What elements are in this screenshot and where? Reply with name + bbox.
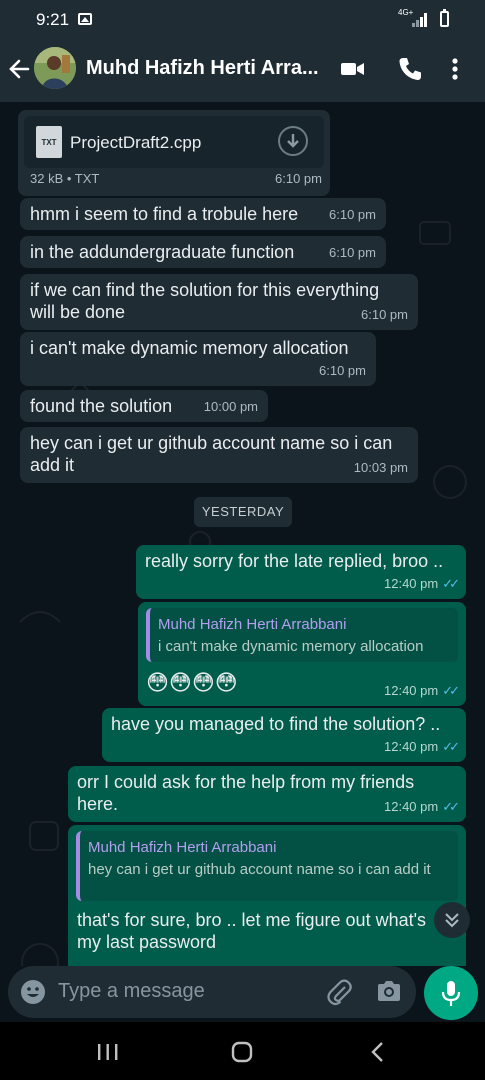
incoming-message[interactable]: if we can find the solution for this eve…: [20, 274, 418, 330]
more-vert-icon[interactable]: [450, 56, 460, 87]
quoted-text: hey can i get ur github account name so …: [88, 861, 431, 878]
read-ticks-icon: ✓✓: [442, 683, 460, 698]
chat-header: Muhd Hafizh Herti Arra...: [0, 38, 485, 102]
message-time: 12:40 pm: [384, 576, 439, 591]
quoted-message[interactable]: Muhd Hafizh Herti Arrabbani i can't make…: [146, 608, 458, 662]
download-icon[interactable]: [278, 126, 308, 156]
message-meta: 12:40 pm ✓✓: [384, 573, 460, 595]
message-time: 12:40 pm: [384, 683, 439, 698]
battery-icon: [440, 9, 449, 27]
gallery-icon: [78, 13, 92, 25]
avatar[interactable]: [34, 47, 76, 89]
message-time: 12:40 pm: [384, 799, 439, 814]
file-name: ProjectDraft2.cpp: [70, 133, 202, 152]
read-ticks-icon: ✓✓: [442, 576, 460, 591]
incoming-message[interactable]: hey can i get ur github account name so …: [20, 427, 418, 483]
quoted-text: i can't make dynamic memory allocation: [158, 638, 424, 655]
outgoing-message[interactable]: really sorry for the late replied, broo …: [136, 545, 466, 599]
incoming-message[interactable]: found the solution 10:00 pm: [20, 390, 268, 422]
message-text: found the solution: [30, 396, 173, 416]
message-composer: Type a message: [0, 966, 485, 1022]
video-call-icon[interactable]: [340, 56, 366, 87]
message-text: really sorry for the late replied, broo …: [145, 551, 444, 571]
status-time: 9:21: [36, 10, 70, 29]
message-text: hey can i get ur github account name so …: [30, 433, 393, 475]
message-text: i can't make dynamic memory allocation: [30, 338, 349, 358]
message-text: hmm i seem to find a trobule here: [30, 204, 299, 224]
message-time: 6:10 pm: [275, 171, 322, 186]
message-placeholder: Type a message: [58, 980, 205, 1002]
outgoing-reply-message[interactable]: Muhd Hafizh Herti Arrabbani hey can i ge…: [68, 825, 466, 966]
incoming-message[interactable]: in the addundergraduate function 6:10 pm: [20, 236, 386, 268]
message-time: 6:10 pm: [329, 207, 376, 222]
message-time: 12:40 pm: [384, 739, 439, 754]
file-message[interactable]: TXT ProjectDraft2.cpp 32 kB • TXT 6:10 p…: [18, 110, 330, 196]
recent-apps-icon[interactable]: [96, 1042, 120, 1067]
outgoing-reply-message[interactable]: Muhd Hafizh Herti Arrabbani i can't make…: [138, 602, 466, 706]
message-time: 6:10 pm: [329, 245, 376, 260]
message-text: 😳😳😳😳: [146, 670, 238, 695]
back-arrow-icon[interactable]: [6, 54, 32, 84]
message-input[interactable]: Type a message: [8, 966, 416, 1018]
signal-icon: [412, 13, 430, 27]
file-type-badge: TXT: [41, 138, 57, 147]
message-meta: 12:40 pm ✓✓: [384, 736, 460, 758]
date-separator: YESTERDAY: [194, 497, 292, 527]
phone-icon[interactable]: [398, 56, 422, 87]
message-text: in the addundergraduate function: [30, 242, 295, 262]
message-text: if we can find the solution for this eve…: [30, 280, 380, 322]
message-meta: 12:40 pm ✓✓: [384, 796, 460, 818]
chat-area[interactable]: TXT ProjectDraft2.cpp 32 kB • TXT 6:10 p…: [0, 102, 485, 966]
double-chevron-down-icon: [445, 913, 459, 928]
home-icon[interactable]: [230, 1040, 254, 1069]
file-size: 32 kB • TXT: [30, 171, 100, 186]
contact-name[interactable]: Muhd Hafizh Herti Arra...: [86, 57, 319, 80]
message-time: 6:10 pm: [361, 307, 408, 322]
document-icon: TXT: [36, 126, 62, 158]
file-attachment[interactable]: TXT ProjectDraft2.cpp: [24, 116, 324, 168]
incoming-message[interactable]: i can't make dynamic memory allocation 6…: [20, 332, 376, 386]
quoted-sender: Muhd Hafizh Herti Arrabbani: [88, 839, 277, 856]
mic-button[interactable]: [424, 966, 478, 1020]
emoji-icon[interactable]: [20, 979, 46, 1010]
message-time: 10:00 pm: [203, 399, 258, 414]
status-bar: 9:21 4G+: [0, 0, 485, 38]
system-nav-bar: [0, 1022, 485, 1080]
message-meta: 12:40 pm ✓✓: [384, 680, 460, 702]
outgoing-message[interactable]: have you managed to find the solution? .…: [102, 708, 466, 762]
quoted-message[interactable]: Muhd Hafizh Herti Arrabbani hey can i ge…: [76, 831, 458, 901]
mic-icon: [441, 981, 461, 1006]
read-ticks-icon: ✓✓: [442, 739, 460, 754]
message-time: 10:03 pm: [353, 460, 408, 475]
incoming-message[interactable]: hmm i seem to find a trobule here 6:10 p…: [20, 198, 386, 230]
quoted-sender: Muhd Hafizh Herti Arrabbani: [158, 616, 347, 633]
camera-icon[interactable]: [376, 979, 402, 1008]
attach-icon[interactable]: [326, 978, 352, 1011]
outgoing-message[interactable]: orr I could ask for the help from my fri…: [68, 766, 466, 822]
scroll-to-bottom-button[interactable]: [434, 902, 470, 938]
message-time: 6:10 pm: [319, 363, 366, 378]
read-ticks-icon: ✓✓: [442, 799, 460, 814]
message-text: have you managed to find the solution? .…: [111, 714, 441, 734]
message-text: that's for sure, bro .. let me figure ou…: [77, 910, 427, 952]
back-icon[interactable]: [368, 1040, 388, 1069]
